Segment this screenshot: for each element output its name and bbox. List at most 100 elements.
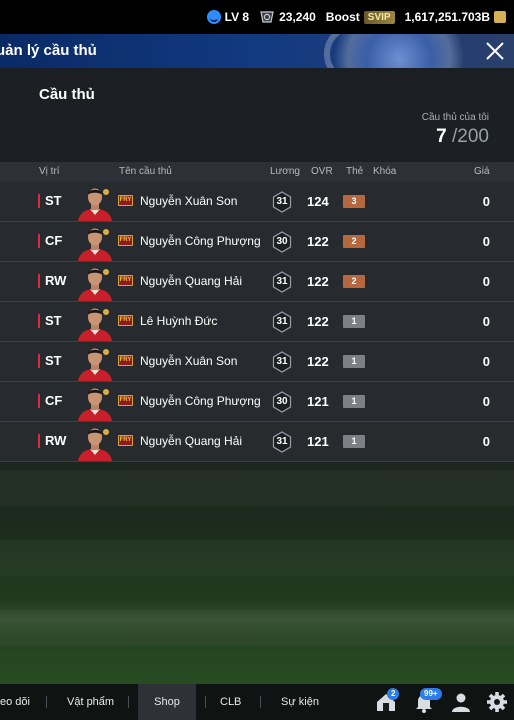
player-position: RW xyxy=(38,434,66,448)
nav-item-events[interactable]: Sự kiện xyxy=(281,684,319,720)
col-name[interactable]: Tên cầu thủ xyxy=(119,166,172,177)
close-icon xyxy=(486,42,504,60)
ovr-value: 122 xyxy=(307,314,329,329)
col-ovr[interactable]: OVR xyxy=(311,166,333,177)
player-list: ST FRY Nguyễn Xuân Son 31 124 3 0 CF FRY… xyxy=(0,182,514,462)
player-name: Nguyễn Xuân Son xyxy=(140,194,238,208)
upgrade-level-badge: 3 xyxy=(343,195,365,208)
upgrade-level-badge: 1 xyxy=(343,315,365,328)
notification-badge: 99+ xyxy=(420,688,442,700)
player-portrait xyxy=(78,348,112,381)
price-value: 0 xyxy=(482,394,490,409)
player-name: Nguyễn Quang Hải xyxy=(140,434,243,448)
page-title: uản lý cầu thủ xyxy=(0,42,97,59)
price-value: 0 xyxy=(482,434,490,449)
col-lock[interactable]: Khóa xyxy=(373,166,396,177)
nav-divider xyxy=(128,696,129,708)
svip-badge: SVIP xyxy=(363,10,395,24)
salary-badge: 30 xyxy=(272,391,292,413)
gold-indicator[interactable]: 1,617,251.703B xyxy=(405,10,506,24)
season-badge: FRY xyxy=(118,435,133,446)
player-count-current: 7 xyxy=(436,126,447,147)
upgrade-level-badge: 1 xyxy=(343,435,365,448)
player-count: 7 /200 xyxy=(436,126,489,148)
player-name: Nguyễn Quang Hải xyxy=(140,274,243,288)
nav-divider xyxy=(46,696,47,708)
season-badge: FRY xyxy=(118,275,133,286)
table-row[interactable]: RW FRY Nguyễn Quang Hải 31 122 2 0 xyxy=(0,262,514,302)
table-row[interactable]: ST FRY Nguyễn Xuân Son 31 122 1 0 xyxy=(0,342,514,382)
price-value: 0 xyxy=(482,354,490,369)
salary-value: 31 xyxy=(276,316,288,327)
nav-item-club[interactable]: CLB xyxy=(220,684,241,720)
table-row[interactable]: ST FRY Nguyễn Xuân Son 31 124 3 0 xyxy=(0,182,514,222)
close-button[interactable] xyxy=(480,36,510,66)
upgrade-level-badge: 2 xyxy=(343,235,365,248)
salary-value: 31 xyxy=(276,436,288,447)
table-row[interactable]: CF FRY Nguyễn Công Phượng 30 121 1 0 xyxy=(0,382,514,422)
title-bar: uản lý cầu thủ xyxy=(0,34,514,68)
price-value: 0 xyxy=(482,234,490,249)
salary-value: 31 xyxy=(276,196,288,207)
table-row[interactable]: ST FRY Lê Huỳnh Đức 31 122 1 0 xyxy=(0,302,514,342)
upgrade-level-badge: 1 xyxy=(343,395,365,408)
coin-text: 23,240 xyxy=(279,10,316,24)
player-portrait xyxy=(78,308,112,341)
level-text: LV 8 xyxy=(224,10,250,24)
gold-text: 1,617,251.703B xyxy=(404,10,490,24)
boost-indicator[interactable]: Boost SVIP xyxy=(326,10,395,24)
player-name: Nguyễn Công Phượng xyxy=(140,234,261,248)
season-badge: FRY xyxy=(118,395,133,406)
ovr-value: 121 xyxy=(307,434,329,449)
section-title: Cầu thủ xyxy=(39,86,95,103)
col-salary[interactable]: Lương xyxy=(270,166,300,177)
grass-stripe xyxy=(0,470,514,506)
salary-badge: 31 xyxy=(272,191,292,213)
salary-value: 31 xyxy=(276,276,288,287)
player-portrait xyxy=(78,428,112,461)
player-position: ST xyxy=(38,354,62,368)
level-indicator: LV 8 xyxy=(206,10,250,24)
coin-indicator[interactable]: 23,240 xyxy=(259,9,316,25)
salary-value: 30 xyxy=(276,236,288,247)
player-position: RW xyxy=(38,274,66,288)
user-icon[interactable] xyxy=(449,690,473,714)
salary-badge: 31 xyxy=(272,431,292,453)
table-row[interactable]: CF FRY Nguyễn Công Phượng 30 122 2 0 xyxy=(0,222,514,262)
ovr-value: 121 xyxy=(307,394,329,409)
player-count-label: Cầu thủ của tôi xyxy=(421,112,489,123)
col-position[interactable]: Vị trí xyxy=(39,166,60,177)
season-badge: FRY xyxy=(118,315,133,326)
player-name: Nguyễn Công Phượng xyxy=(140,394,261,408)
season-badge: FRY xyxy=(118,195,133,206)
player-portrait xyxy=(78,268,112,301)
player-count-max: /200 xyxy=(452,126,489,147)
salary-value: 30 xyxy=(276,396,288,407)
salary-value: 31 xyxy=(276,356,288,367)
player-portrait xyxy=(78,388,112,421)
gold-icon xyxy=(494,11,506,23)
player-portrait xyxy=(78,228,112,261)
nav-divider xyxy=(260,696,261,708)
nav-item-follow[interactable]: eo dõi xyxy=(0,684,30,720)
nav-divider xyxy=(205,696,206,708)
gear-icon[interactable] xyxy=(485,690,509,714)
player-name: Lê Huỳnh Đức xyxy=(140,314,218,328)
salary-badge: 31 xyxy=(272,311,292,333)
col-card[interactable]: Thẻ xyxy=(346,166,363,177)
ovr-value: 124 xyxy=(307,194,329,209)
table-row[interactable]: RW FRY Nguyễn Quang Hải 31 121 1 0 xyxy=(0,422,514,462)
player-position: ST xyxy=(38,194,62,208)
price-value: 0 xyxy=(482,314,490,329)
coin-icon xyxy=(260,11,274,23)
player-position: CF xyxy=(38,234,62,248)
table-header: Vị trí Tên cầu thủ Lương OVR Thẻ Khóa Gi… xyxy=(0,162,514,182)
salary-badge: 30 xyxy=(272,231,292,253)
header-decoration xyxy=(324,34,474,68)
player-name: Nguyễn Xuân Son xyxy=(140,354,238,368)
salary-badge: 31 xyxy=(272,271,292,293)
col-price[interactable]: Giá xyxy=(474,166,490,177)
nav-item-items[interactable]: Vật phẩm xyxy=(67,684,114,720)
player-position: CF xyxy=(38,394,62,408)
nav-item-shop[interactable]: Shop xyxy=(138,684,196,720)
